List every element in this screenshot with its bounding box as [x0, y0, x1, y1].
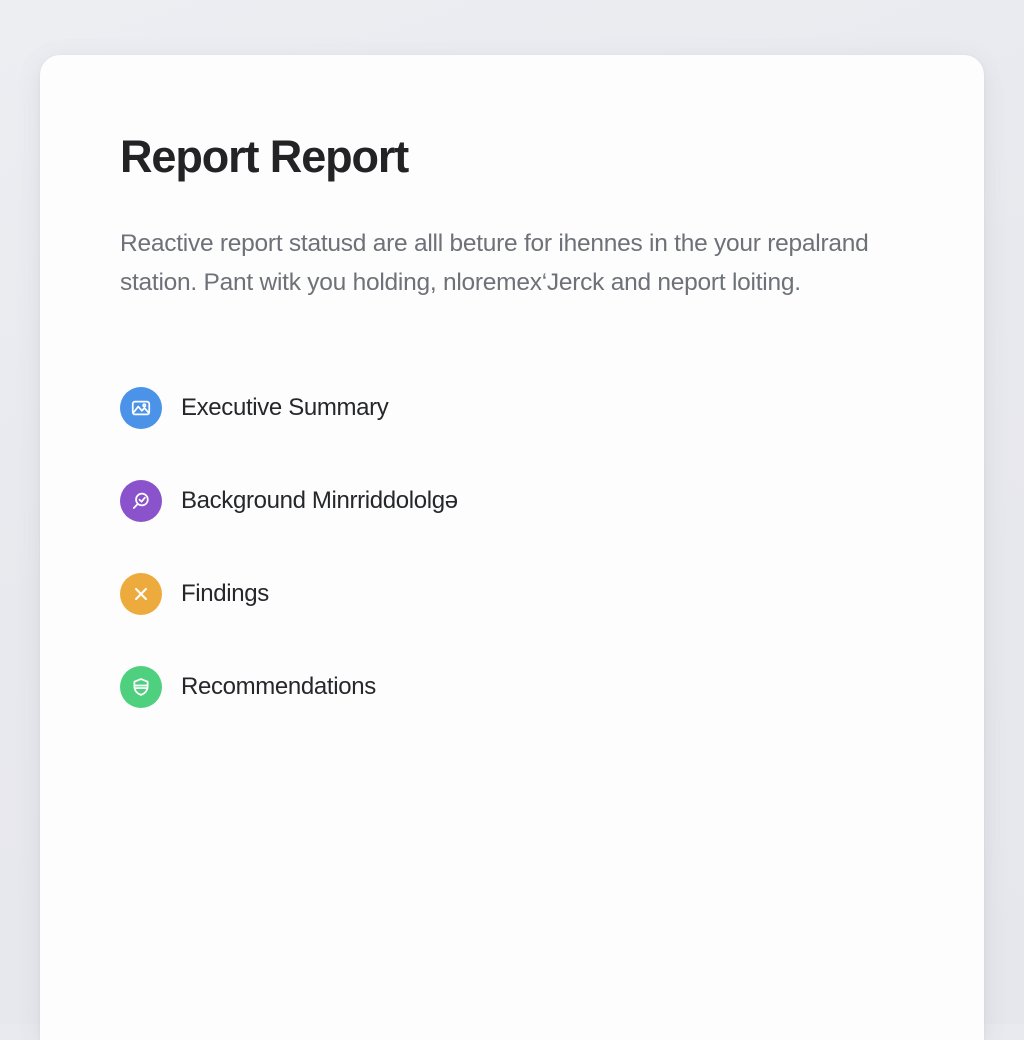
page-title: Report Report — [120, 133, 984, 180]
list-item[interactable]: Executive Summary — [120, 386, 984, 430]
list-item-label: Background Minrriddololgǝ — [181, 489, 458, 513]
list-item-label: Findings — [181, 582, 269, 606]
list-item[interactable]: Recommendations — [120, 665, 984, 709]
list-item-label: Executive Summary — [181, 396, 388, 420]
list-item[interactable]: Findings — [120, 572, 984, 616]
cross-x-icon — [120, 573, 162, 615]
report-section-list: Executive Summary Background Minrriddolo… — [120, 386, 984, 709]
mountain-image-icon — [120, 387, 162, 429]
card-content: Report Report Reactive report statusd ar… — [40, 55, 984, 709]
list-item-label: Recommendations — [181, 675, 376, 699]
shield-icon — [120, 666, 162, 708]
intro-paragraph: Reactive report statusd are alll beture … — [120, 224, 890, 302]
search-magnifier-icon — [120, 480, 162, 522]
report-card: Report Report Reactive report statusd ar… — [40, 55, 984, 1040]
list-item[interactable]: Background Minrriddololgǝ — [120, 479, 984, 523]
